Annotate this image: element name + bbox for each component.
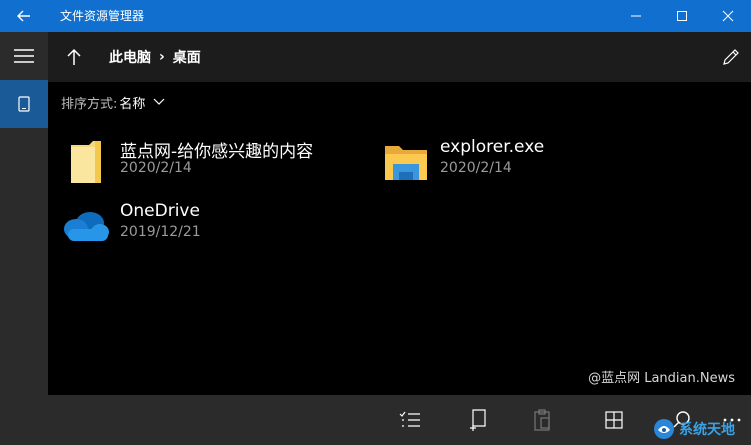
item-name: explorer.exe [440, 137, 545, 157]
edit-path-button[interactable] [711, 32, 751, 82]
new-item-button[interactable] [458, 395, 498, 445]
minimize-button[interactable] [613, 0, 659, 32]
file-item-onedrive[interactable]: OneDrive 2019/12/21 [61, 197, 311, 255]
left-rail [0, 32, 48, 445]
sort-control[interactable]: 排序方式: 名称 [61, 92, 165, 112]
phone-icon [18, 96, 30, 112]
title-bar: 文件资源管理器 [0, 0, 751, 32]
hamburger-icon [14, 49, 34, 63]
new-file-icon [470, 409, 486, 431]
onedrive-cloud-icon [64, 212, 109, 241]
checklist-icon [399, 411, 420, 427]
breadcrumb: 此电脑 › 桌面 [109, 32, 201, 82]
up-button[interactable] [56, 32, 92, 82]
breadcrumb-item-this-pc[interactable]: 此电脑 [109, 47, 151, 67]
select-button[interactable] [390, 395, 430, 445]
sort-label: 排序方式: [61, 96, 118, 112]
chevron-down-icon [153, 98, 165, 105]
command-bar [48, 395, 751, 445]
item-date: 2020/2/14 [440, 160, 512, 176]
close-button[interactable] [705, 0, 751, 32]
explorer-app-icon [385, 146, 427, 180]
maximize-icon [677, 11, 687, 21]
breadcrumb-item-desktop[interactable]: 桌面 [173, 47, 201, 67]
grid-view-icon [605, 411, 623, 429]
close-icon [722, 10, 734, 22]
up-arrow-icon [67, 48, 81, 65]
watermark-text: @蓝点网 Landian.News [588, 371, 735, 386]
file-item-folder[interactable]: 蓝点网-给你感兴趣的内容 2020/2/14 [61, 133, 361, 191]
file-item-explorer[interactable]: explorer.exe 2020/2/14 [381, 133, 631, 191]
minimize-icon [631, 15, 641, 17]
sort-value: 名称 [119, 96, 146, 112]
watermark-logo: 系统天地 [653, 413, 751, 445]
pencil-icon [723, 49, 739, 65]
back-arrow-icon [17, 10, 30, 22]
clipboard-icon [534, 409, 550, 431]
item-date: 2019/12/21 [120, 224, 201, 240]
view-toggle-button[interactable] [594, 395, 634, 445]
logo-icon [654, 419, 674, 439]
logo-text: 系统天地 [679, 422, 735, 438]
item-name: OneDrive [120, 201, 200, 221]
paste-button[interactable] [522, 395, 562, 445]
folder-icon [71, 141, 101, 183]
item-date: 2020/2/14 [120, 160, 192, 176]
rail-item-this-device[interactable] [0, 80, 48, 128]
navigation-bar: 此电脑 › 桌面 [48, 32, 751, 82]
breadcrumb-separator: › [159, 49, 165, 65]
maximize-button[interactable] [659, 0, 705, 32]
back-button[interactable] [0, 0, 48, 32]
hamburger-menu-button[interactable] [0, 32, 48, 80]
item-name: 蓝点网-给你感兴趣的内容 [120, 142, 314, 162]
window-title: 文件资源管理器 [60, 9, 145, 23]
